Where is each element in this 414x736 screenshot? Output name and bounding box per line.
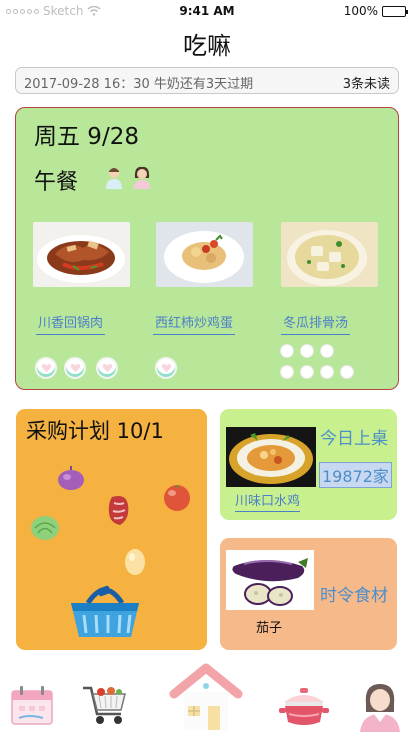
rating-dot[interactable]	[280, 365, 294, 379]
expiry-notice[interactable]: 2017-09-28 16：30 牛奶还有3天过期 3条未读	[15, 67, 399, 94]
dish-card[interactable]	[281, 222, 378, 291]
basket-icon[interactable]	[68, 581, 142, 639]
heart-icon	[70, 364, 80, 372]
rating-dot[interactable]	[320, 365, 334, 379]
tab-bar	[0, 660, 414, 736]
profile-icon[interactable]	[358, 682, 402, 732]
person-icon[interactable]	[132, 166, 152, 190]
rating-dot[interactable]	[300, 365, 314, 379]
egg-icon[interactable]	[124, 546, 146, 576]
home-icon[interactable]	[168, 662, 244, 732]
saliva-chicken-photo[interactable]	[226, 427, 316, 487]
meal-type: 午餐	[34, 170, 79, 195]
rating-dot[interactable]	[300, 344, 314, 358]
meal-date: 周五 9/28	[34, 124, 139, 150]
status-bar: Sketch 9:41 AM 100%	[0, 0, 414, 22]
dish-card[interactable]	[156, 222, 253, 291]
rating-button[interactable]	[96, 357, 118, 379]
heart-icon	[102, 364, 112, 372]
meat-icon[interactable]	[106, 493, 132, 527]
rating-button[interactable]	[64, 357, 86, 379]
rating-dot[interactable]	[280, 344, 294, 358]
heart-icon	[41, 364, 51, 372]
season-label: 时令食材	[320, 586, 388, 606]
pot-icon[interactable]	[279, 686, 329, 728]
dish-name-link[interactable]: 川香回锅肉	[36, 312, 106, 335]
onion-icon[interactable]	[56, 464, 86, 492]
dish-name-link[interactable]: 冬瓜排骨汤	[281, 312, 351, 335]
winter-melon-soup-photo[interactable]	[281, 222, 378, 287]
unread-count[interactable]: 3条未读	[343, 73, 390, 92]
rating-dot[interactable]	[340, 365, 354, 379]
dish-name-link[interactable]: 西红柿炒鸡蛋	[153, 312, 236, 335]
seasonal-food-card[interactable]: 时令食材 茄子	[220, 538, 397, 650]
tomato-egg-photo[interactable]	[156, 222, 253, 287]
today-dish-card[interactable]: 今日上桌 19872家 川味口水鸡	[220, 409, 397, 520]
dish-card[interactable]	[33, 222, 130, 291]
rating-dot[interactable]	[320, 344, 334, 358]
meal-card[interactable]: 周五 9/28 午餐 川香回锅肉 西红柿炒鸡蛋 冬瓜排骨汤	[15, 107, 399, 390]
calendar-icon[interactable]	[9, 684, 55, 726]
shopping-plan-card[interactable]: 采购计划 10/1	[16, 409, 207, 650]
twice-cooked-pork-photo[interactable]	[33, 222, 130, 287]
today-label: 今日上桌	[320, 429, 388, 449]
rating-button[interactable]	[35, 357, 57, 379]
heart-icon	[161, 364, 171, 372]
cart-icon[interactable]	[81, 684, 129, 728]
today-count: 19872家	[319, 462, 392, 488]
cabbage-icon[interactable]	[30, 515, 60, 541]
battery-icon	[382, 5, 408, 17]
season-item: 茄子	[256, 621, 283, 636]
page-title: 吃嘛	[183, 32, 231, 60]
person-icon[interactable]	[104, 166, 124, 190]
tomato-icon[interactable]	[161, 482, 193, 512]
today-dish-link[interactable]: 川味口水鸡	[235, 490, 301, 512]
eggplant-photo[interactable]	[226, 550, 314, 610]
plan-title: 采购计划 10/1	[26, 419, 164, 443]
battery-area: 100%	[343, 4, 408, 18]
rating-button[interactable]	[155, 357, 177, 379]
battery-percent: 100%	[343, 4, 378, 18]
notice-text: 2017-09-28 16：30 牛奶还有3天过期	[24, 77, 254, 92]
